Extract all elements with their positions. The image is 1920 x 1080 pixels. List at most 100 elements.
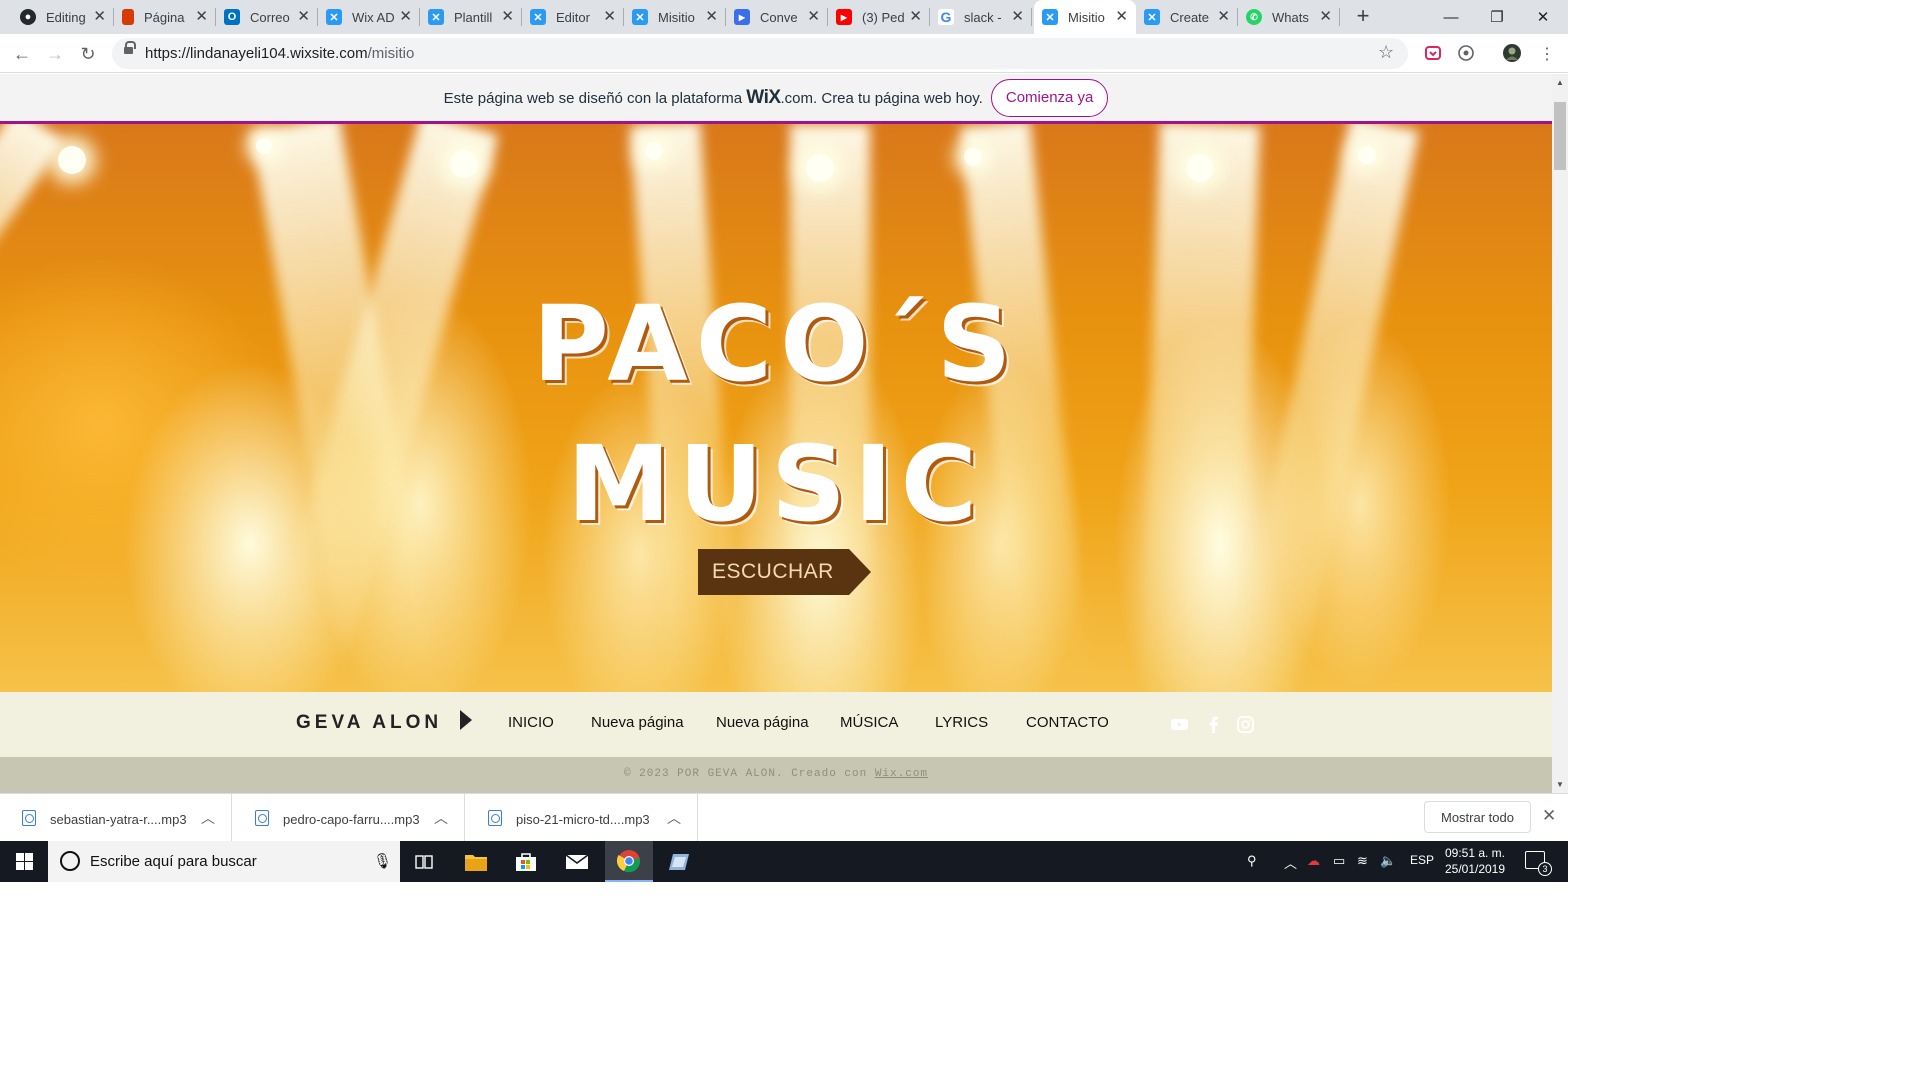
chevron-up-icon[interactable]: ︿ xyxy=(1284,853,1297,872)
file-explorer-icon[interactable] xyxy=(452,841,500,882)
browser-tab[interactable]: ● Editing ✕ xyxy=(12,0,114,34)
start-button[interactable] xyxy=(0,841,48,882)
nav-item-contacto[interactable]: CONTACTO xyxy=(1026,714,1109,731)
close-tab-icon[interactable]: ✕ xyxy=(1115,9,1128,25)
site-navigation: GEVA ALON INICIO Nueva página Nueva pági… xyxy=(0,692,1552,757)
bookmark-star-icon[interactable]: ☆ xyxy=(1378,42,1394,63)
volume-icon[interactable]: 🔈 xyxy=(1380,853,1396,869)
tab-title: Misitio xyxy=(1068,9,1105,25)
audio-file-icon xyxy=(22,810,36,826)
wix-banner-message: Este página web se diseñó con la platafo… xyxy=(444,87,983,109)
close-tab-icon[interactable]: ✕ xyxy=(93,9,106,25)
download-filename: sebastian-yatra-r....mp3 xyxy=(50,812,187,827)
wix-ade-icon: ✕ xyxy=(632,9,648,25)
start-now-button[interactable]: Comienza ya xyxy=(990,78,1109,117)
close-tab-icon[interactable]: ✕ xyxy=(195,9,208,25)
close-shelf-icon[interactable]: ✕ xyxy=(1542,806,1556,826)
scroll-up-arrow-icon[interactable]: ▲ xyxy=(1556,78,1564,87)
footer-copy-text: © 2023 POR GEVA ALON. Creado con xyxy=(623,768,868,780)
address-bar[interactable]: https://lindanayeli104.wixsite.com/misit… xyxy=(112,38,1408,69)
pocket-extension-icon[interactable] xyxy=(1424,44,1442,62)
profile-avatar[interactable] xyxy=(1503,44,1521,62)
instagram-icon[interactable] xyxy=(1237,716,1254,733)
taskbar-search[interactable]: Escribe aquí para buscar 🎙 xyxy=(48,841,400,882)
people-icon[interactable]: ⚲ xyxy=(1247,853,1257,869)
close-tab-icon[interactable]: ✕ xyxy=(1319,9,1332,25)
close-tab-icon[interactable]: ✕ xyxy=(399,9,412,25)
download-item[interactable]: piso-21-micro-td....mp3 ︿ xyxy=(466,794,698,842)
browser-tab[interactable]: ✕ Plantill ✕ xyxy=(420,0,522,34)
browser-tab[interactable]: ▶ Conve ✕ xyxy=(726,0,828,34)
chevron-up-icon[interactable]: ︿ xyxy=(434,808,448,828)
audio-file-icon xyxy=(255,810,269,826)
listen-button-label: ESCUCHAR xyxy=(698,549,849,595)
close-tab-icon[interactable]: ✕ xyxy=(909,9,922,25)
onedrive-icon[interactable]: ☁ xyxy=(1307,853,1320,869)
chevron-up-icon[interactable]: ︿ xyxy=(667,808,681,828)
nav-item-lyrics[interactable]: LYRICS xyxy=(935,714,988,731)
search-placeholder: Escribe aquí para buscar xyxy=(90,853,257,870)
nav-item-nueva-pagina[interactable]: Nueva página xyxy=(591,714,684,731)
scrollbar-thumb[interactable] xyxy=(1554,102,1566,170)
close-tab-icon[interactable]: ✕ xyxy=(1011,9,1024,25)
microphone-icon[interactable]: 🎙 xyxy=(373,852,392,870)
audio-file-icon xyxy=(488,810,502,826)
back-arrow-icon[interactable]: ← xyxy=(8,40,36,68)
download-item[interactable]: sebastian-yatra-r....mp3 ︿ xyxy=(0,794,232,842)
task-view-icon[interactable] xyxy=(400,841,448,882)
restore-button[interactable]: ❐ xyxy=(1474,0,1520,34)
page-scrollbar[interactable]: ▲ ▼ xyxy=(1552,74,1568,793)
close-tab-icon[interactable]: ✕ xyxy=(297,9,310,25)
browser-tab[interactable]: ✕ Create ✕ xyxy=(1136,0,1238,34)
extension-icon[interactable] xyxy=(1457,44,1475,62)
mail-icon[interactable] xyxy=(553,841,601,882)
download-item[interactable]: pedro-capo-farru....mp3 ︿ xyxy=(233,794,465,842)
url-text: https://lindanayeli104.wixsite.com/misit… xyxy=(145,45,414,62)
close-tab-icon[interactable]: ✕ xyxy=(705,9,718,25)
browser-tab[interactable]: ✕ Wix AD ✕ xyxy=(318,0,420,34)
stage-light xyxy=(58,146,86,174)
nav-item-inicio[interactable]: INICIO xyxy=(508,714,554,731)
google-icon: G xyxy=(938,9,954,25)
show-all-downloads-button[interactable]: Mostrar todo xyxy=(1424,801,1531,833)
hero-section: PACO´S MUSIC ESCUCHAR xyxy=(0,124,1552,692)
facebook-icon[interactable] xyxy=(1205,716,1222,733)
taskbar-clock[interactable]: 09:51 a. m. 25/01/2019 xyxy=(1440,845,1510,877)
browser-tab-active[interactable]: ✕ Misitio ✕ xyxy=(1034,0,1136,34)
browser-tab[interactable]: G slack - ✕ xyxy=(930,0,1032,34)
close-window-button[interactable]: ✕ xyxy=(1520,0,1566,34)
browser-tab[interactable]: ✕ Editor ✕ xyxy=(522,0,624,34)
nav-item-nueva-pagina-2[interactable]: Nueva página xyxy=(716,714,809,731)
site-brand[interactable]: GEVA ALON xyxy=(296,712,442,734)
menu-kebab-icon[interactable]: ⋮ xyxy=(1533,40,1561,68)
browser-tab[interactable]: Página ✕ xyxy=(114,0,216,34)
browser-tab[interactable]: ✆ Whats ✕ xyxy=(1238,0,1340,34)
forward-arrow-icon[interactable]: → xyxy=(41,40,69,68)
chevron-up-icon[interactable]: ︿ xyxy=(201,808,215,828)
new-tab-button[interactable]: + xyxy=(1352,5,1374,28)
scroll-down-arrow-icon[interactable]: ▼ xyxy=(1556,780,1564,789)
close-tab-icon[interactable]: ✕ xyxy=(603,9,616,25)
browser-tab[interactable]: O Correo ✕ xyxy=(216,0,318,34)
hero-title-line2: MUSIC xyxy=(567,423,985,545)
footer-wix-link[interactable]: Wix.com xyxy=(875,768,928,780)
youtube-icon[interactable] xyxy=(1171,716,1188,733)
wifi-icon[interactable]: ≋ xyxy=(1357,853,1368,869)
close-tab-icon[interactable]: ✕ xyxy=(1217,9,1230,25)
nav-item-musica[interactable]: MÚSICA xyxy=(840,714,898,731)
outlook-icon: O xyxy=(224,9,240,25)
reload-icon[interactable]: ↻ xyxy=(74,40,102,68)
chrome-icon[interactable] xyxy=(605,841,653,882)
action-center-icon[interactable]: 3 xyxy=(1525,851,1552,876)
language-indicator[interactable]: ESP xyxy=(1410,853,1434,867)
battery-icon[interactable]: ▭ xyxy=(1333,853,1345,869)
browser-tab[interactable]: ✕ Misitio ✕ xyxy=(624,0,726,34)
close-tab-icon[interactable]: ✕ xyxy=(501,9,514,25)
close-tab-icon[interactable]: ✕ xyxy=(807,9,820,25)
store-icon[interactable] xyxy=(502,841,550,882)
listen-button[interactable]: ESCUCHAR xyxy=(698,549,871,595)
browser-tab[interactable]: ▶ (3) Ped ✕ xyxy=(828,0,930,34)
tab-title: Página xyxy=(144,9,185,25)
minimize-button[interactable]: — xyxy=(1428,0,1474,34)
app-icon[interactable] xyxy=(656,841,704,882)
